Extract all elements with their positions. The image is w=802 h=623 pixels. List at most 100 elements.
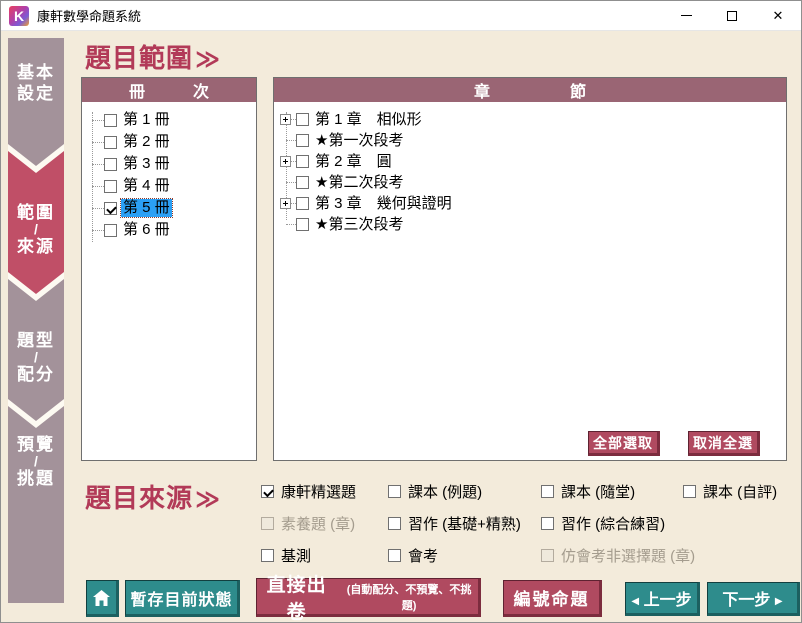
chapter-row-1[interactable]: 第 1 章 相似形 [274, 109, 786, 130]
volume-label[interactable]: 第 1 冊 [121, 111, 172, 129]
close-button[interactable]: ✕ [755, 1, 801, 31]
source-section-heading: 題目來源≫ [85, 478, 221, 515]
select-all-button[interactable]: 全部選取 [588, 431, 660, 456]
save-current-state-button[interactable]: 暫存目前狀態 [125, 580, 240, 617]
chapter-checkbox-2[interactable] [296, 155, 309, 168]
option-basic-competence-test[interactable]: 基測 [261, 546, 311, 564]
source-heading-text: 題目來源 [85, 483, 193, 513]
numbered-generate-button[interactable]: 編號命題 [503, 580, 602, 617]
scope-heading-text: 題目範圍 [85, 43, 193, 73]
tree-stub [286, 224, 296, 225]
tab-label-line: 預覽 [17, 434, 55, 455]
volume-label-selected[interactable]: 第 5 冊 [121, 199, 172, 217]
volume-checkbox-3[interactable] [104, 158, 117, 171]
chapter-checkbox-1[interactable] [296, 113, 309, 126]
chapter-panel-actions: 全部選取 取消全選 [588, 431, 760, 456]
main-area: 基本 設定 範圍 / 來源 題型 / 配分 預覽 / 挑題 題目範圍≫ 冊 次 [1, 32, 801, 622]
exam-row-3[interactable]: ★第三次段考 [274, 214, 786, 235]
deselect-all-button[interactable]: 取消全選 [688, 431, 760, 456]
option-workbook-comprehensive[interactable]: 習作 (綜合練習) [541, 514, 665, 532]
option-checkbox[interactable] [388, 517, 401, 530]
option-checkbox[interactable] [388, 549, 401, 562]
expand-plus-icon[interactable] [280, 156, 291, 167]
option-textbook-inclass[interactable]: 課本 (隨堂) [541, 482, 635, 500]
volume-label[interactable]: 第 3 冊 [121, 155, 172, 173]
volume-checkbox-1[interactable] [104, 114, 117, 127]
volume-row-5[interactable]: 第 5 冊 [82, 197, 256, 219]
expand-plus-icon[interactable] [280, 198, 291, 209]
sidebar-tab-basic-settings[interactable]: 基本 設定 [8, 38, 64, 166]
exam-row-1[interactable]: ★第一次段考 [274, 130, 786, 151]
exam-checkbox-1[interactable] [296, 134, 309, 147]
option-label[interactable]: 基測 [281, 545, 311, 566]
option-label[interactable]: 課本 (例題) [408, 481, 482, 502]
chapter-panel-header: 章 節 [274, 78, 786, 102]
source-options: 康軒精選題 課本 (例題) 課本 (隨堂) 課本 (自評) 素養題 (章) 習作… [261, 482, 787, 574]
option-checkbox[interactable] [388, 485, 401, 498]
exam-label[interactable]: ★第二次段考 [313, 174, 405, 192]
volume-row-6[interactable]: 第 6 冊 [82, 219, 256, 241]
tree-stub [286, 182, 296, 183]
tab-label-line: 設定 [17, 83, 55, 104]
tree-stub [92, 208, 104, 209]
tree-stub [92, 164, 104, 165]
chapter-label[interactable]: 第 1 章 相似形 [313, 111, 424, 129]
volume-label[interactable]: 第 4 冊 [121, 177, 172, 195]
exam-label[interactable]: ★第一次段考 [313, 132, 405, 150]
exam-checkbox-2[interactable] [296, 176, 309, 189]
option-comprehensive-assessment[interactable]: 會考 [388, 546, 438, 564]
chapter-checkbox-3[interactable] [296, 197, 309, 210]
option-label[interactable]: 會考 [408, 545, 438, 566]
option-textbook-selfcheck[interactable]: 課本 (自評) [683, 482, 777, 500]
option-textbook-examples[interactable]: 課本 (例題) [388, 482, 482, 500]
exam-checkbox-3[interactable] [296, 218, 309, 231]
volume-checkbox-6[interactable] [104, 224, 117, 237]
maximize-button[interactable] [709, 1, 755, 31]
option-label[interactable]: 課本 (自評) [703, 481, 777, 502]
volume-label[interactable]: 第 2 冊 [121, 133, 172, 151]
chapter-label[interactable]: 第 2 章 圓 [313, 153, 394, 171]
option-label[interactable]: 課本 (隨堂) [561, 481, 635, 502]
home-button[interactable] [86, 580, 119, 617]
chapter-panel: 章 節 第 1 章 相似形 ★第一次段考 [273, 77, 787, 461]
exam-label[interactable]: ★第三次段考 [313, 216, 405, 234]
chapter-row-2[interactable]: 第 2 章 圓 [274, 151, 786, 172]
option-checkbox[interactable] [261, 549, 274, 562]
option-label[interactable]: 康軒精選題 [281, 481, 356, 502]
volume-checkbox-5[interactable] [104, 202, 117, 215]
previous-step-button[interactable]: ◀ 上一步 [625, 582, 700, 616]
next-step-button[interactable]: 下一步 ▶ [707, 582, 800, 616]
expand-plus-icon[interactable] [280, 114, 291, 125]
option-workbook-basic[interactable]: 習作 (基礎+精熟) [388, 514, 521, 532]
volume-row-1[interactable]: 第 1 冊 [82, 109, 256, 131]
next-step-label: 下一步 [722, 592, 770, 609]
option-kanghsuan-selected[interactable]: 康軒精選題 [261, 482, 356, 500]
sidebar-tab-preview-pick[interactable]: 預覽 / 挑題 [8, 406, 64, 603]
option-checkbox[interactable] [541, 517, 554, 530]
exam-row-2[interactable]: ★第二次段考 [274, 172, 786, 193]
volume-label[interactable]: 第 6 冊 [121, 221, 172, 239]
volume-checkbox-4[interactable] [104, 180, 117, 193]
chapter-label[interactable]: 第 3 章 幾何與證明 [313, 195, 454, 213]
chapter-row-3[interactable]: 第 3 章 幾何與證明 [274, 193, 786, 214]
option-checkbox[interactable] [683, 485, 696, 498]
minimize-button[interactable] [663, 1, 709, 31]
option-checkbox[interactable] [541, 485, 554, 498]
volume-panel: 冊 次 第 1 冊 第 2 冊 第 3 冊 [81, 77, 257, 461]
volume-row-4[interactable]: 第 4 冊 [82, 175, 256, 197]
right-arrow-icon: ▶ [775, 596, 783, 607]
tab-label-line: 範圍 [17, 202, 55, 223]
volume-checkbox-2[interactable] [104, 136, 117, 149]
option-label: 仿會考非選擇題 (章) [561, 545, 695, 566]
tab-label-slash: / [34, 223, 38, 236]
chapter-tree: 第 1 章 相似形 ★第一次段考 第 2 章 圓 ★第二次段考 [274, 102, 786, 235]
volume-row-2[interactable]: 第 2 冊 [82, 131, 256, 153]
option-checkbox[interactable] [261, 485, 274, 498]
option-label[interactable]: 習作 (基礎+精熟) [408, 513, 521, 534]
direct-generate-button[interactable]: 直接出卷 (自動配分、不預覽、不挑題) [256, 578, 481, 617]
title-bar: K 康軒數學命題系統 ✕ [1, 1, 801, 31]
option-mock-nonchoice-chapter: 仿會考非選擇題 (章) [541, 546, 695, 564]
tree-stub [92, 230, 104, 231]
volume-row-3[interactable]: 第 3 冊 [82, 153, 256, 175]
option-label[interactable]: 習作 (綜合練習) [561, 513, 665, 534]
